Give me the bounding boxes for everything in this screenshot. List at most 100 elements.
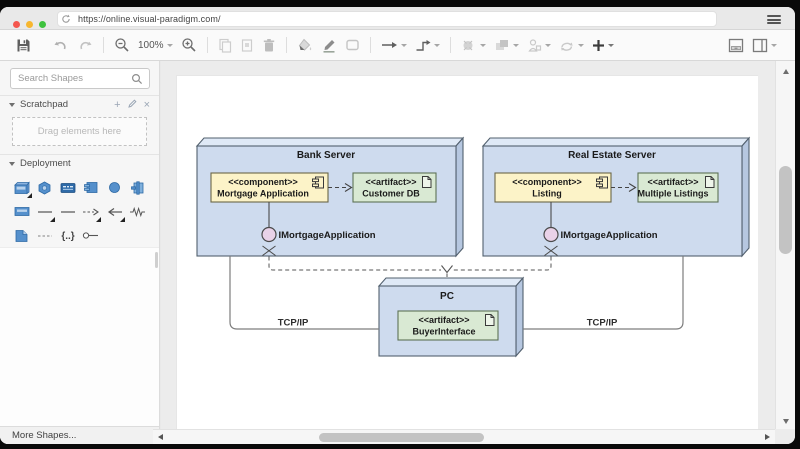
palette-port-component-icon[interactable] [128, 180, 147, 195]
scratchpad-drop-area[interactable]: Drag elements here [12, 117, 147, 146]
palette-open-arrow-left-icon[interactable] [105, 204, 124, 219]
connector-style-dropdown[interactable] [411, 34, 444, 56]
palette-artifact-document-icon[interactable] [12, 228, 31, 243]
search-input[interactable] [10, 68, 150, 89]
minimize-window-button[interactable] [26, 21, 33, 28]
palette-device-icon[interactable] [58, 180, 77, 195]
artifact-stereotype: <<artifact>> [647, 177, 698, 187]
undo-button[interactable] [49, 34, 73, 56]
selection-tool-dropdown[interactable] [457, 34, 490, 56]
document-icon [423, 177, 432, 188]
collapse-icon [9, 103, 15, 107]
tcpip-link-left[interactable]: TCP/IP [230, 256, 379, 329]
delete-button[interactable] [258, 34, 280, 56]
redo-icon [77, 39, 93, 52]
align-icon [527, 38, 542, 53]
multiple-listings-artifact[interactable]: <<artifact>> Multiple Listings [638, 173, 719, 202]
palette-dashed-line-icon[interactable] [35, 228, 54, 243]
copy-style-button[interactable] [236, 34, 258, 56]
artifact-stereotype: <<artifact>> [365, 177, 416, 187]
close-window-button[interactable] [13, 21, 20, 28]
scroll-down-icon[interactable] [783, 419, 789, 424]
horizontal-scrollbar-thumb[interactable] [319, 433, 484, 442]
sidebar-scrollbar[interactable] [155, 252, 158, 268]
palette-component-icon[interactable] [81, 180, 100, 195]
shapes-sidebar: Scratchpad + × Drag elements here Deploy… [0, 61, 160, 444]
interface-label: IMortgageApplication [279, 230, 376, 241]
panel-bottom-icon [728, 38, 744, 53]
arrow-right-icon [381, 40, 398, 50]
palette-link-line-icon[interactable] [58, 204, 77, 219]
paste-button[interactable] [214, 34, 236, 56]
bank-server-title: Bank Server [297, 150, 355, 161]
palette-constraint-braces-icon[interactable]: {..} [58, 228, 77, 243]
toggle-right-panel-dropdown[interactable] [748, 34, 781, 56]
address-bar[interactable]: https://online.visual-paradigm.com/ [57, 11, 717, 27]
palette-zigzag-connector-icon[interactable] [128, 204, 147, 219]
customer-db-artifact[interactable]: <<artifact>> Customer DB [353, 173, 436, 202]
align-dropdown[interactable] [523, 34, 555, 56]
line-color-button[interactable] [317, 34, 341, 56]
palette-node-icon[interactable] [12, 180, 31, 195]
deployment-title: Deployment [20, 158, 71, 169]
fill-color-button[interactable] [293, 34, 317, 56]
chevron-down-icon [578, 44, 584, 47]
vertical-scrollbar-thumb[interactable] [779, 166, 792, 254]
horizontal-scrollbar[interactable] [153, 429, 775, 444]
listing-component[interactable]: <<component>> Listing [495, 173, 611, 202]
deployment-diagram: Bank Server <<component>> Mortgage Appli… [177, 76, 759, 430]
scroll-left-icon[interactable] [158, 434, 163, 440]
buyer-interface-artifact[interactable]: <<artifact>> BuyerInterface [398, 311, 498, 340]
zoom-out-button[interactable] [110, 34, 134, 56]
chevron-down-icon [513, 44, 519, 47]
deployment-shape-palette: {..} [0, 172, 159, 247]
diagram-paper[interactable]: Bank Server <<component>> Mortgage Appli… [176, 75, 758, 429]
redo-button[interactable] [73, 34, 97, 56]
palette-association-line-icon[interactable] [35, 204, 54, 219]
scratchpad-header[interactable]: Scratchpad + × [0, 95, 159, 113]
transform-dropdown[interactable] [555, 34, 588, 56]
palette-lollipop-interface-icon[interactable] [81, 228, 100, 243]
artifact-name: BuyerInterface [412, 327, 475, 337]
canvas-workspace: Bank Server <<component>> Mortgage Appli… [161, 61, 795, 444]
scratchpad-add-icon[interactable]: + [114, 100, 120, 110]
save-button[interactable] [12, 34, 35, 56]
bring-forward-dropdown[interactable] [490, 34, 523, 56]
add-shape-dropdown[interactable] [588, 34, 618, 56]
palette-dashed-arrow-icon[interactable] [81, 204, 100, 219]
more-shapes-label: More Shapes... [12, 430, 76, 441]
scratchpad-close-icon[interactable]: × [144, 100, 150, 110]
toggle-bottom-panel-button[interactable] [724, 34, 748, 56]
vertical-scrollbar[interactable] [775, 61, 795, 429]
arrow-style-dropdown[interactable] [377, 34, 411, 56]
reload-icon[interactable] [58, 13, 74, 25]
scroll-up-icon[interactable] [783, 69, 789, 74]
more-shapes-button[interactable]: More Shapes... [0, 426, 159, 444]
plus-icon [592, 39, 605, 52]
artifact-stereotype: <<artifact>> [418, 315, 469, 325]
trash-icon [262, 38, 276, 53]
menu-icon[interactable] [767, 15, 781, 24]
shape-style-button[interactable] [341, 34, 364, 56]
scratchpad-title: Scratchpad [20, 99, 68, 110]
scroll-right-icon[interactable] [765, 434, 770, 440]
deployment-header[interactable]: Deployment [0, 154, 159, 172]
editor-toolbar: 100% [0, 30, 795, 61]
tcpip-link-right[interactable]: TCP/IP [523, 256, 683, 329]
palette-instance-circle-icon[interactable] [105, 180, 124, 195]
scratchpad-edit-icon[interactable] [128, 99, 137, 110]
real-estate-server-title: Real Estate Server [568, 150, 656, 161]
url-text: https://online.visual-paradigm.com/ [78, 14, 221, 24]
svg-text:{..}: {..} [61, 231, 74, 242]
mortgage-application-component[interactable]: <<component>> Mortgage Application [211, 173, 328, 202]
tcpip-label-left: TCP/IP [278, 318, 309, 329]
chevron-down-icon [545, 44, 551, 47]
zoom-level-dropdown[interactable]: 100% [134, 34, 177, 56]
copy-style-icon [240, 38, 254, 53]
zoom-in-button[interactable] [177, 34, 201, 56]
maximize-window-button[interactable] [39, 21, 46, 28]
palette-package-component-icon[interactable] [35, 180, 54, 195]
component-stereotype: <<component>> [228, 177, 298, 187]
elbow-connector-icon [415, 39, 431, 52]
palette-rectangle-icon[interactable] [12, 204, 31, 219]
